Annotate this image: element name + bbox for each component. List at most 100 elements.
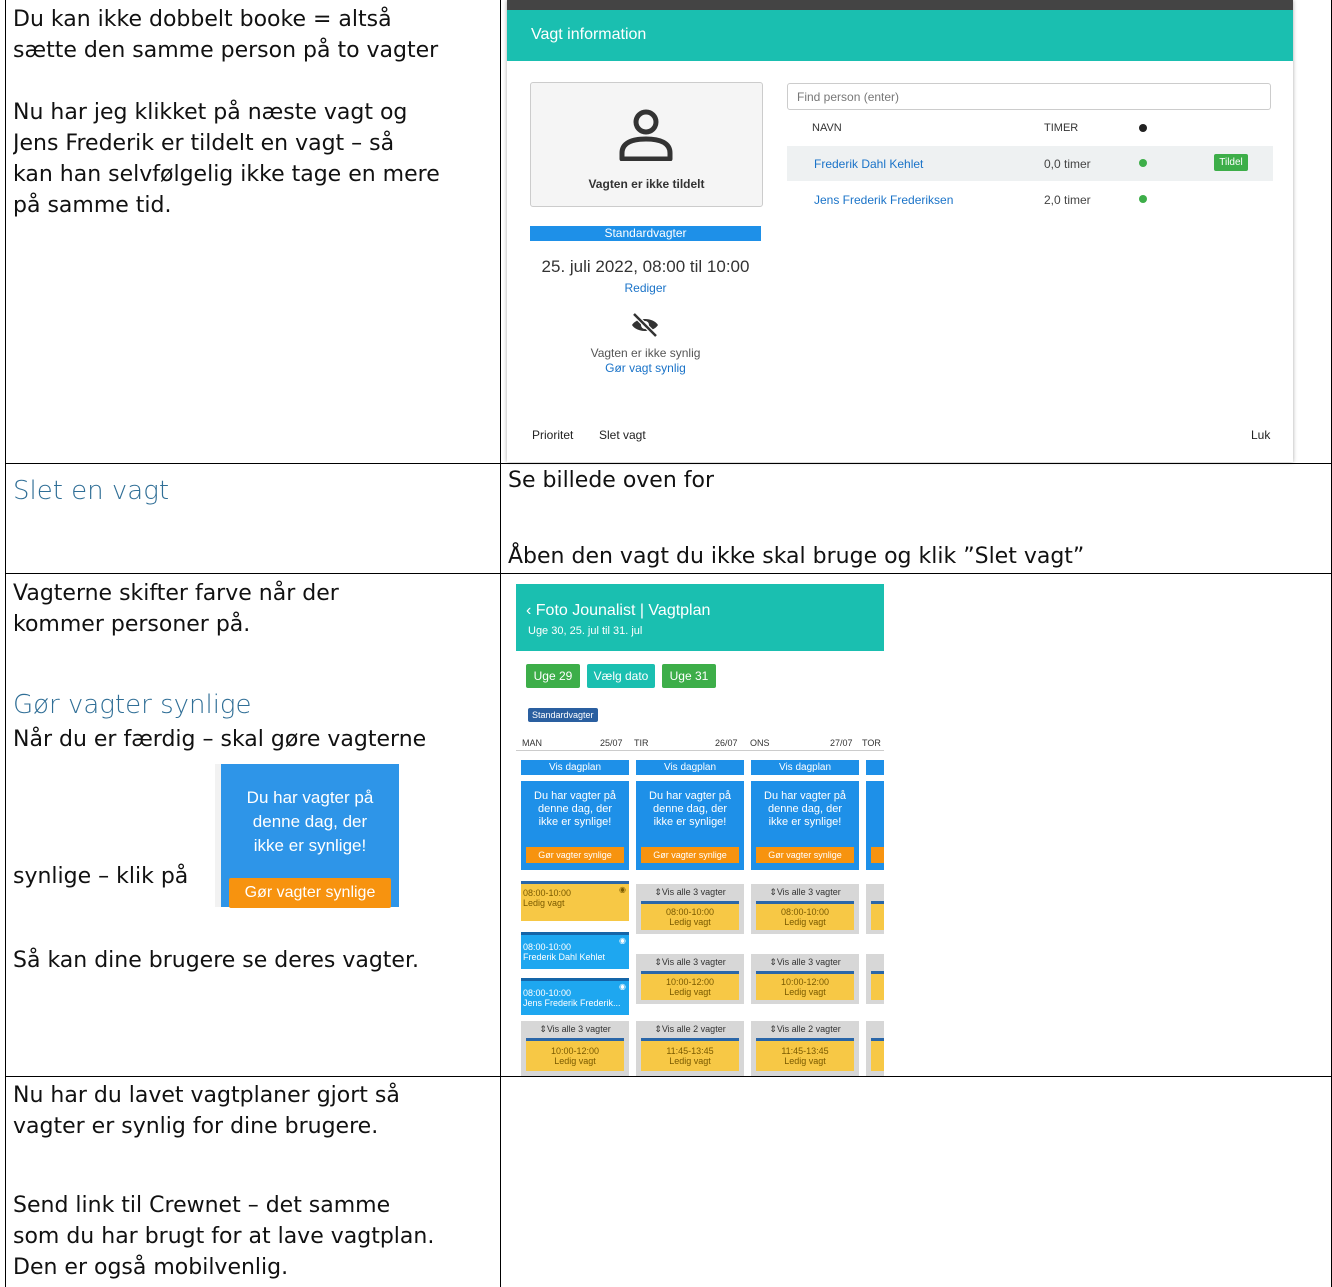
section-heading-delete-shift: Slet en vagt bbox=[13, 476, 170, 506]
column-header-hours: TIMER bbox=[1044, 122, 1079, 134]
shift-card[interactable]: 10:00-12:00 Ledig vagt bbox=[756, 971, 854, 1000]
shift-datetime: 25. juli 2022, 08:00 til 10:00 bbox=[541, 257, 750, 276]
week-next-button[interactable]: Uge 31 bbox=[662, 664, 716, 688]
assign-button[interactable]: Tildel bbox=[1214, 154, 1248, 171]
schedule-screenshot: ‹ Foto Jounalist | Vagtplan Uge 30, 25. … bbox=[516, 584, 884, 1076]
header-divider bbox=[516, 750, 884, 751]
day-header: ONS bbox=[750, 738, 770, 748]
eye-slash-icon bbox=[632, 312, 658, 338]
shift-card[interactable]: 08:00-10:00 Frederik Dahl Kehlet ◉ bbox=[521, 932, 629, 969]
hidden-shifts-warning bbox=[866, 781, 884, 870]
find-person-input[interactable]: Find person (enter) bbox=[787, 83, 1271, 110]
shift-card[interactable]: 11:45-13:45 Ledig vagt bbox=[756, 1038, 854, 1071]
row3-text-when-done: Når du er færdig – skal gøre vagterne bbox=[13, 727, 427, 752]
show-dayplan-button[interactable]: Vis dagplan bbox=[521, 760, 629, 775]
shift-card[interactable]: 10:00-12:00 Ledig vagt bbox=[526, 1038, 624, 1071]
row1-left-cell: Du kan ikke dobbelt booke = altså sætte … bbox=[13, 4, 493, 221]
schedule-title[interactable]: ‹ Foto Jounalist | Vagtplan bbox=[526, 602, 710, 620]
table-row-divider-2 bbox=[5, 573, 1332, 574]
priority-button[interactable]: Prioritet bbox=[532, 428, 573, 442]
make-shifts-visible-button[interactable] bbox=[871, 847, 884, 863]
table-border-left bbox=[5, 0, 6, 1287]
make-shifts-visible-button[interactable]: Gør vagter synlige bbox=[526, 847, 624, 863]
schedule-subtitle: Uge 30, 25. jul til 31. jul bbox=[528, 625, 643, 637]
show-all-shifts-group[interactable]: ⇕Vis alle 3 vagter 08:00-10:00 Ledig vag… bbox=[636, 884, 744, 934]
assignee-caption: Vagten er ikke tildelt bbox=[588, 177, 705, 191]
shift-card[interactable]: 08:00-10:00 Jens Frederik Frederik... ◉ bbox=[521, 978, 629, 1015]
modal-title: Vagt information bbox=[531, 26, 647, 43]
table-row-divider-3 bbox=[5, 1076, 1332, 1077]
person-icon bbox=[619, 109, 673, 161]
show-all-shifts-group[interactable] bbox=[866, 884, 884, 934]
hidden-shifts-warning: Du har vagter på denne dag, der ikke er … bbox=[636, 781, 744, 870]
day-header: TIR bbox=[634, 738, 649, 748]
table-row-divider-1 bbox=[5, 463, 1332, 464]
row2-right-text-2: Åben den vagt du ikke skal bruge og klik… bbox=[508, 544, 1085, 569]
eye-slash-icon: ◉ bbox=[619, 885, 626, 894]
show-all-shifts-group[interactable]: ⇕Vis alle 3 vagter 10:00-12:00 Ledig vag… bbox=[521, 1021, 629, 1076]
section-heading-make-visible: Gør vagter synlige bbox=[13, 690, 252, 720]
eye-slash-icon: ◉ bbox=[619, 936, 626, 945]
day-date: 25/07 bbox=[600, 738, 623, 748]
day-header: TOR bbox=[862, 738, 881, 748]
person-hours: 2,0 timer bbox=[1044, 193, 1091, 207]
person-name-link[interactable]: Jens Frederik Frederiksen bbox=[814, 193, 953, 207]
choose-date-button[interactable]: Vælg dato bbox=[587, 664, 655, 688]
shift-card[interactable]: 08:00-10:00 Ledig vagt bbox=[756, 901, 854, 930]
assignee-box[interactable]: Vagten er ikke tildelt bbox=[530, 82, 763, 207]
modal-header: Vagt information bbox=[507, 10, 1293, 61]
row3-text-color-change: Vagterne skifter farve når der kommer pe… bbox=[13, 581, 339, 637]
make-visible-link[interactable]: Gør vagt synlig bbox=[530, 361, 761, 375]
show-dayplan-button[interactable] bbox=[866, 760, 884, 775]
day-header: MAN bbox=[522, 738, 542, 748]
show-dayplan-button[interactable]: Vis dagplan bbox=[751, 760, 859, 775]
row4-text-done: Nu har du lavet vagtplaner gjort så vagt… bbox=[13, 1083, 400, 1139]
row2-right-text-1: Se billede oven for bbox=[508, 468, 715, 493]
person-hours: 0,0 timer bbox=[1044, 157, 1091, 171]
show-all-shifts-group[interactable] bbox=[866, 954, 884, 1004]
shift-info-modal-screenshot: Vagt information Vagten er ikke tildelt … bbox=[507, 0, 1293, 462]
schedule-header: ‹ Foto Jounalist | Vagtplan Uge 30, 25. … bbox=[516, 584, 884, 651]
week-prev-button[interactable]: Uge 29 bbox=[526, 664, 580, 688]
close-button[interactable]: Luk bbox=[1251, 428, 1270, 442]
table-border-mid bbox=[500, 0, 501, 1287]
shift-card[interactable]: 11:45-13:45 Ledig vagt bbox=[641, 1038, 739, 1071]
show-all-shifts-group[interactable]: ⇕Vis alle 3 vagter 10:00-12:00 Ledig vag… bbox=[751, 954, 859, 1004]
hidden-shifts-warning: Du har vagter på denne dag, der ikke er … bbox=[751, 781, 859, 870]
shift-card[interactable] bbox=[871, 901, 884, 930]
shift-card[interactable] bbox=[871, 1038, 884, 1071]
show-all-shifts-group[interactable]: ⇕Vis alle 3 vagter 08:00-10:00 Ledig vag… bbox=[751, 884, 859, 934]
available-icon bbox=[1139, 159, 1147, 167]
show-all-shifts-group[interactable]: ⇕Vis alle 3 vagter 10:00-12:00 Ledig vag… bbox=[636, 954, 744, 1004]
modal-top-shadow bbox=[507, 0, 1293, 10]
shift-card[interactable]: 08:00-10:00 Ledig vagt ◉ bbox=[521, 881, 629, 921]
shift-card[interactable]: 08:00-10:00 Ledig vagt bbox=[641, 901, 739, 930]
category-badge: Standardvagter bbox=[530, 226, 761, 241]
hidden-status: Vagten er ikke synlig bbox=[590, 346, 701, 360]
row4-text-send-link: Send link til Crewnet – det samme som du… bbox=[13, 1193, 435, 1280]
row3-text-click: synlige – klik på bbox=[13, 864, 189, 889]
day-date: 27/07 bbox=[830, 738, 853, 748]
show-all-shifts-group[interactable]: ⇕Vis alle 2 vagter 11:45-13:45 Ledig vag… bbox=[751, 1021, 859, 1076]
shift-card[interactable] bbox=[871, 971, 884, 1000]
delete-shift-button[interactable]: Slet vagt bbox=[599, 428, 646, 442]
make-shifts-visible-button[interactable]: Gør vagter synlige bbox=[229, 878, 391, 908]
row3-text-users: Så kan dine brugere se deres vagter. bbox=[13, 948, 419, 973]
make-shifts-visible-button[interactable]: Gør vagter synlige bbox=[756, 847, 854, 863]
show-all-shifts-group[interactable]: ⇕Vis alle 2 vagter 11:45-13:45 Ledig vag… bbox=[636, 1021, 744, 1076]
show-dayplan-button[interactable]: Vis dagplan bbox=[636, 760, 744, 775]
make-shifts-visible-button[interactable]: Gør vagter synlige bbox=[641, 847, 739, 863]
zoomed-warning-screenshot: Du har vagter på denne dag, der ikke er … bbox=[215, 764, 399, 908]
edit-link[interactable]: Rediger bbox=[530, 281, 761, 295]
category-tag[interactable]: Standardvagter bbox=[528, 708, 598, 722]
paragraph-next-shift: Nu har jeg klikket på næste vagt og Jens… bbox=[13, 100, 440, 218]
hidden-shifts-warning: Du har vagter på denne dag, der ikke er … bbox=[521, 781, 629, 870]
warning-box: Du har vagter på denne dag, der ikke er … bbox=[221, 764, 399, 908]
day-date: 26/07 bbox=[715, 738, 738, 748]
column-header-name: NAVN bbox=[812, 122, 842, 134]
show-all-shifts-group[interactable] bbox=[866, 1021, 884, 1076]
eye-slash-icon: ◉ bbox=[619, 982, 626, 991]
person-name-link[interactable]: Frederik Dahl Kehlet bbox=[814, 157, 923, 171]
shift-card[interactable]: 10:00-12:00 Ledig vagt bbox=[641, 971, 739, 1000]
available-icon bbox=[1139, 195, 1147, 203]
